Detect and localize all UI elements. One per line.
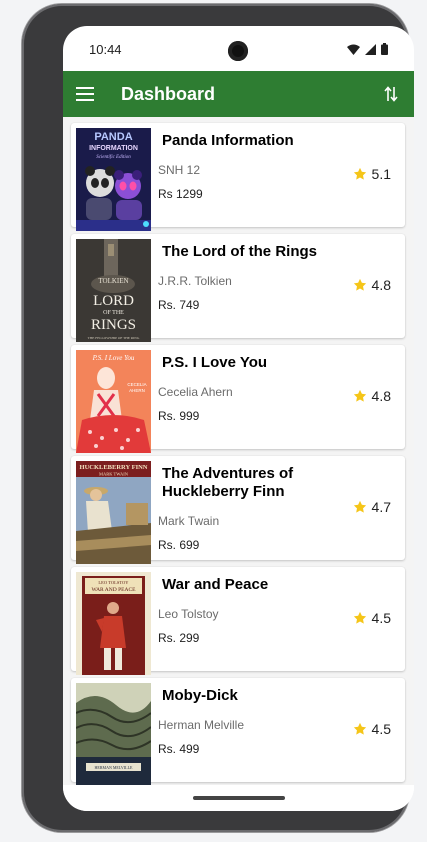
rating-value: 4.8 [371, 277, 391, 293]
book-list[interactable]: PANDA INFORMATION Scientific Edition Pan… [63, 117, 414, 785]
book-cover-image: TOLKIEN LORD OF THE RINGS THE FELLOWSHIP… [76, 239, 151, 342]
book-price: Rs 1299 [158, 187, 203, 201]
cover-text: INFORMATION [89, 145, 138, 152]
book-price: Rs. 749 [158, 298, 200, 312]
star-icon [353, 389, 366, 402]
star-icon [353, 278, 366, 291]
rating-value: 5.1 [371, 166, 391, 182]
book-card[interactable]: LEO TOLSTOY WAR AND PEACE War and Peace … [71, 567, 405, 675]
cover-text: OF THE [103, 310, 124, 316]
cover-text: HUCKLEBERRY FINN [80, 464, 148, 471]
cover-text: CECELIA [127, 382, 146, 387]
rating-value: 4.5 [371, 610, 391, 626]
cellular-signal-icon [365, 43, 376, 55]
status-icons [347, 43, 388, 55]
cover-text: LEO TOLSTOY [98, 580, 129, 585]
book-author: Cecelia Ahern [158, 385, 233, 399]
star-icon [353, 611, 366, 624]
front-camera [228, 41, 248, 61]
book-price: Rs. 299 [158, 631, 200, 645]
book-card[interactable]: HUCKLEBERRY FINN MARK TWAIN The Adventur… [71, 456, 405, 564]
book-cover-image: LEO TOLSTOY WAR AND PEACE [76, 572, 151, 675]
book-cover-image: PANDA INFORMATION Scientific Edition [76, 128, 151, 231]
book-price: Rs. 999 [158, 409, 200, 423]
star-icon [353, 722, 366, 735]
book-rating: 4.5 [353, 721, 391, 737]
book-card[interactable]: HERMAN MELVILLE Moby-Dick Herman Melvill… [71, 678, 405, 785]
rating-value: 4.5 [371, 721, 391, 737]
book-rating: 4.8 [353, 277, 391, 293]
book-rating: 4.8 [353, 388, 391, 404]
book-author: Mark Twain [158, 514, 220, 528]
hamburger-menu-icon[interactable] [63, 71, 111, 117]
book-cover-image: P.S. I Love You CECELIA AHERN [76, 350, 151, 453]
home-gesture-bar[interactable] [193, 796, 285, 800]
cover-text: TOLKIEN [98, 277, 128, 285]
book-title: The Adventures of Huckleberry Finn [162, 465, 294, 500]
book-price: Rs. 699 [158, 538, 200, 552]
book-card[interactable]: PANDA INFORMATION Scientific Edition Pan… [71, 123, 405, 231]
sort-arrows-icon[interactable] [368, 71, 414, 117]
book-title: War and Peace [162, 576, 269, 593]
book-author: J.R.R. Tolkien [158, 274, 232, 288]
book-rating: 5.1 [353, 166, 391, 182]
rating-value: 4.7 [371, 499, 391, 515]
book-author: Leo Tolstoy [158, 607, 219, 621]
book-rating: 4.5 [353, 610, 391, 626]
cover-text: RINGS [91, 317, 136, 333]
rating-value: 4.8 [371, 388, 391, 404]
app-bar: Dashboard [63, 71, 414, 117]
cover-text: P.S. I Love You [92, 354, 135, 362]
wifi-icon [347, 44, 360, 55]
book-title: P.S. I Love You [162, 354, 268, 371]
cover-text: HERMAN MELVILLE [95, 765, 134, 770]
book-title: Moby-Dick [162, 687, 238, 704]
book-card[interactable]: P.S. I Love You CECELIA AHERN P.S. I Lov… [71, 345, 405, 453]
cover-text: MARK TWAIN [99, 472, 129, 477]
book-rating: 4.7 [353, 499, 391, 515]
gesture-bar-area [63, 785, 414, 811]
star-icon [353, 167, 366, 180]
cover-text: Scientific Edition [96, 155, 131, 160]
book-title: Panda Information [162, 132, 294, 149]
cover-text: THE FELLOWSHIP OF THE RING [88, 336, 140, 340]
cover-text: AHERN [129, 388, 145, 393]
screen: 10:44 Dashboard PANDA INFORMATION Scient… [63, 26, 414, 811]
book-price: Rs. 499 [158, 742, 200, 756]
book-author: SNH 12 [158, 163, 201, 177]
book-title: The Lord of the Rings [162, 243, 317, 260]
status-time: 10:44 [89, 41, 122, 57]
app-title: Dashboard [121, 83, 216, 104]
cover-text: PANDA [94, 131, 132, 143]
cover-text: WAR AND PEACE [91, 587, 136, 593]
phone-frame: 10:44 Dashboard PANDA INFORMATION Scient… [22, 4, 414, 832]
book-cover-image: HERMAN MELVILLE [76, 683, 151, 785]
book-card[interactable]: TOLKIEN LORD OF THE RINGS THE FELLOWSHIP… [71, 234, 405, 342]
battery-icon [381, 43, 388, 55]
book-author: Herman Melville [158, 718, 245, 732]
cover-text: LORD [93, 293, 134, 309]
book-cover-image: HUCKLEBERRY FINN MARK TWAIN [76, 461, 151, 564]
star-icon [353, 500, 366, 513]
